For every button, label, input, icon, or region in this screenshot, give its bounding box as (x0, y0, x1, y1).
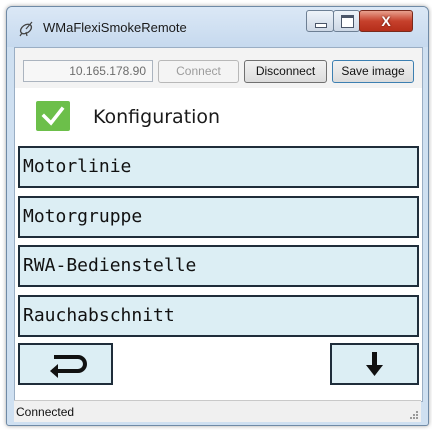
app-window: WMaFlexiSmokeRemote X 10.165.178.90 Conn… (6, 6, 429, 426)
menu-item-rwa-bedienstelle[interactable]: RWA-Bedienstelle (18, 245, 419, 287)
minimize-icon (315, 23, 327, 28)
menu-item-motorlinie[interactable]: Motorlinie (18, 146, 419, 188)
checkmark-icon (41, 106, 65, 126)
client-area: 10.165.178.90 Connect Disconnect Save im… (14, 47, 423, 402)
status-bar: Connected (14, 400, 421, 422)
title-bar[interactable]: WMaFlexiSmokeRemote X (7, 7, 428, 47)
maximize-button[interactable] (333, 10, 360, 32)
status-text: Connected (16, 405, 75, 419)
close-button[interactable]: X (359, 10, 413, 32)
configuration-row: Konfiguration (15, 92, 422, 140)
maximize-icon (341, 15, 354, 28)
window-title: WMaFlexiSmokeRemote (43, 20, 187, 35)
connection-toolbar: 10.165.178.90 Connect Disconnect Save im… (15, 48, 422, 88)
back-button[interactable] (18, 343, 113, 385)
configuration-label: Konfiguration (93, 106, 221, 128)
connect-button[interactable]: Connect (158, 60, 239, 83)
configuration-checkbox[interactable] (36, 101, 70, 131)
save-image-button[interactable]: Save image (332, 60, 414, 83)
resize-grip-icon[interactable] (407, 408, 419, 420)
menu-item-motorgruppe[interactable]: Motorgruppe (18, 196, 419, 238)
satellite-dish-icon (17, 19, 37, 37)
minimize-button[interactable] (306, 10, 334, 32)
ip-address-field[interactable]: 10.165.178.90 (23, 60, 153, 82)
down-button[interactable] (330, 343, 419, 385)
close-icon: X (381, 13, 391, 29)
menu-item-rauchabschnitt[interactable]: Rauchabschnitt (18, 295, 419, 337)
return-arrow-icon (50, 355, 87, 378)
arrow-down-icon (366, 352, 383, 376)
disconnect-button[interactable]: Disconnect (244, 60, 327, 83)
